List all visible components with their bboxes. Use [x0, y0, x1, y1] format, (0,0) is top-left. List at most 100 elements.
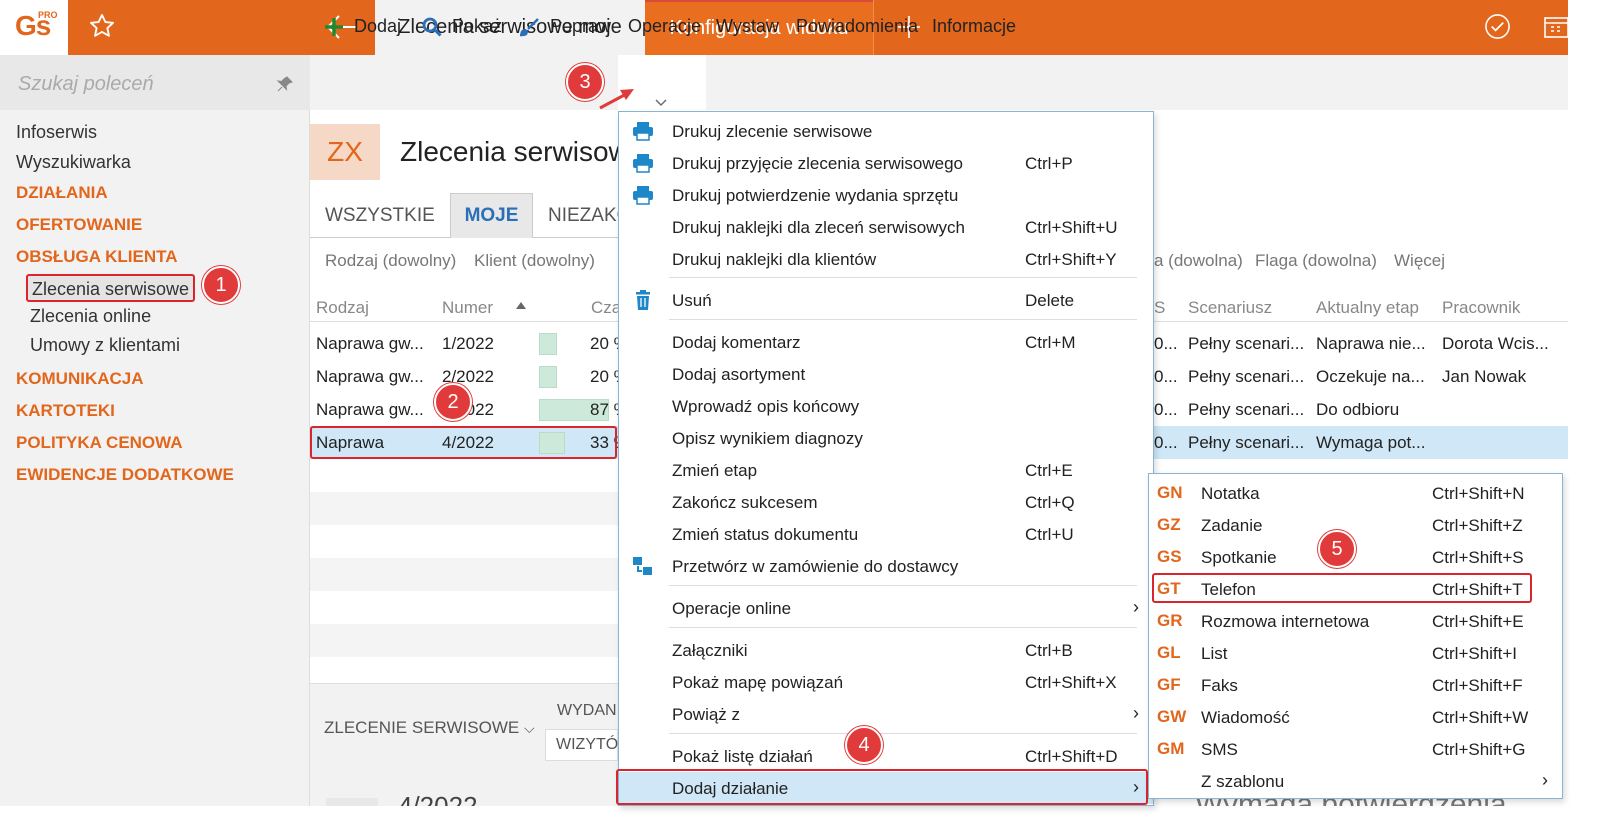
- pin-icon[interactable]: [276, 75, 294, 93]
- menu-item-print-labels-orders[interactable]: Drukuj naklejki dla zleceń serwisowych C…: [619, 211, 1153, 243]
- submenu-item-notatka[interactable]: GN Notatka Ctrl+Shift+N: [1149, 477, 1562, 509]
- notifications-button[interactable]: Powiadomienia: [796, 16, 918, 37]
- menu-item-finish-success[interactable]: Zakończ sukcesem Ctrl+Q: [619, 486, 1153, 518]
- submenu-item-sms[interactable]: GM SMS Ctrl+Shift+G: [1149, 733, 1562, 765]
- col-etap[interactable]: Aktualny etap: [1316, 298, 1419, 318]
- menu-item-online-operations[interactable]: Operacje online ›: [619, 592, 1153, 624]
- progress-bar: [539, 366, 557, 388]
- submenu-item-zadanie[interactable]: GZ Zadanie Ctrl+Shift+Z: [1149, 509, 1562, 541]
- filter-data[interactable]: a (dowolna): [1154, 251, 1243, 271]
- details-section-toggle[interactable]: ZLECENIE SERWISOWE ⌵: [324, 718, 535, 738]
- details-tab-wydania[interactable]: WYDAN: [557, 702, 617, 720]
- details-tab-wizyty[interactable]: WIZYTÓ: [545, 729, 618, 761]
- operations-button[interactable]: Operacje: [628, 16, 701, 37]
- col-s[interactable]: S: [1154, 298, 1165, 318]
- submenu-item-z-szablonu[interactable]: Z szablonu ›: [1149, 765, 1562, 797]
- menu-label: Przetwórz w zamówienie do dostawcy: [672, 557, 959, 576]
- submenu-item-faks[interactable]: GF Faks Ctrl+Shift+F: [1149, 669, 1562, 701]
- menu-item-print-labels-clients[interactable]: Drukuj naklejki dla klientów Ctrl+Shift+…: [619, 243, 1153, 275]
- issue-button[interactable]: Wystaw: [716, 16, 779, 37]
- col-rodzaj[interactable]: Rodzaj: [316, 298, 369, 318]
- menu-item-show-actions[interactable]: Pokaż listę działań Ctrl+Shift+D: [619, 740, 1153, 772]
- col-czas[interactable]: Cza: [591, 298, 621, 318]
- sms-icon: GM: [1157, 739, 1185, 758]
- filter-rodzaj[interactable]: Rodzaj (dowolny): [325, 251, 456, 271]
- sidebar-item-zlecenia-serwisowe[interactable]: Zlecenia serwisowe: [26, 274, 196, 302]
- app-logo[interactable]: Gs PRO: [0, 0, 68, 55]
- show-button[interactable]: Pokaż: [422, 16, 502, 37]
- submenu-shortcut: Ctrl+Shift+W: [1432, 708, 1529, 727]
- menu-separator: [669, 627, 1137, 628]
- sidebar-item-umowy[interactable]: Umowy z klientami: [30, 335, 180, 356]
- submenu-shortcut: Ctrl+Shift+N: [1432, 484, 1525, 503]
- submenu-item-wiadomosc[interactable]: GW Wiadomość Ctrl+Shift+W: [1149, 701, 1562, 733]
- tab-wszystkie[interactable]: WSZYSTKIE: [325, 205, 435, 227]
- wiadomosc-icon: GW: [1157, 707, 1187, 726]
- sidebar-section-kartoteki[interactable]: KARTOTEKI: [16, 401, 115, 421]
- sidebar-item-infoserwis[interactable]: Infoserwis: [16, 122, 97, 143]
- menu-item-print-order[interactable]: Drukuj zlecenie serwisowe: [619, 115, 1153, 147]
- menu-item-diagnosis[interactable]: Opisz wynikiem diagnozy: [619, 422, 1153, 454]
- col-numer[interactable]: Numer: [442, 298, 493, 318]
- page-title: Zlecenia serwisow: [400, 136, 629, 167]
- menu-separator: [669, 319, 1137, 320]
- sidebar-item-zlecenia-online[interactable]: Zlecenia online: [30, 306, 151, 327]
- filter-klient[interactable]: Klient (dowolny): [474, 251, 595, 271]
- menu-item-delete[interactable]: Usuń Delete: [619, 284, 1153, 316]
- add-action-submenu: GN Notatka Ctrl+Shift+N GZ Zadanie Ctrl+…: [1148, 473, 1563, 799]
- check-circle-icon[interactable]: [1484, 13, 1511, 40]
- menu-item-relation-map[interactable]: Pokaż mapę powiązań Ctrl+Shift+X: [619, 666, 1153, 698]
- submenu-item-list[interactable]: GL List Ctrl+Shift+I: [1149, 637, 1562, 669]
- submenu-label: SMS: [1201, 740, 1238, 759]
- info-button[interactable]: Informacje: [932, 16, 1016, 37]
- menu-item-attachments[interactable]: Załączniki Ctrl+B: [619, 634, 1153, 666]
- menu-item-final-description[interactable]: Wprowadź opis końcowy: [619, 390, 1153, 422]
- details-icon-stub: [326, 798, 378, 806]
- menu-label: Drukuj naklejki dla zleceń serwisowych: [672, 218, 965, 237]
- edit-button[interactable]: Popraw: [520, 16, 611, 37]
- menu-item-change-stage[interactable]: Zmień etap Ctrl+E: [619, 454, 1153, 486]
- menu-item-print-release[interactable]: Drukuj potwierdzenie wydania sprzętu: [619, 179, 1153, 211]
- menu-separator: [669, 733, 1137, 734]
- col-pracownik[interactable]: Pracownik: [1442, 298, 1520, 318]
- cell-s: 0...: [1154, 433, 1178, 452]
- menu-item-add-assortment[interactable]: Dodaj asortyment: [619, 358, 1153, 390]
- sidebar-section-ewidencje[interactable]: EWIDENCJE DODATKOWE: [16, 465, 234, 485]
- filter-wiecej[interactable]: Więcej: [1394, 251, 1445, 271]
- command-search[interactable]: Szukaj poleceń: [0, 55, 310, 110]
- sidebar-section-obsluga-klienta[interactable]: OBSŁUGA KLIENTA: [16, 247, 178, 267]
- filter-flaga[interactable]: Flaga (dowolna): [1255, 251, 1377, 271]
- logo-badge: PRO: [38, 10, 58, 20]
- cell-rodzaj: Naprawa gw...: [316, 334, 424, 353]
- menu-item-add-comment[interactable]: Dodaj komentarz Ctrl+M: [619, 326, 1153, 358]
- menu-item-change-status[interactable]: Zmień status dokumentu Ctrl+U: [619, 518, 1153, 550]
- printer-icon: [633, 186, 653, 205]
- submenu-label: Notatka: [1201, 484, 1260, 503]
- add-button[interactable]: Dodaj: [324, 16, 401, 37]
- col-scenariusz[interactable]: Scenariusz: [1188, 298, 1272, 318]
- progress-bar: [539, 333, 557, 355]
- menu-label: Zmień status dokumentu: [672, 525, 859, 544]
- menu-item-link-with[interactable]: Powiąż z ›: [619, 698, 1153, 730]
- add-action-highlight: [616, 769, 1148, 805]
- menu-shortcut: Ctrl+Shift+D: [1025, 747, 1118, 766]
- menu-item-convert-order[interactable]: Przetwórz w zamówienie do dostawcy: [619, 550, 1153, 582]
- sidebar-section-polityka-cenowa[interactable]: POLITYKA CENOWA: [16, 433, 183, 453]
- star-icon[interactable]: [88, 12, 116, 40]
- sidebar-section-komunikacja[interactable]: KOMUNIKACJA: [16, 369, 144, 389]
- calendar-icon[interactable]: [1543, 15, 1568, 39]
- sidebar-section-ofertowanie[interactable]: OFERTOWANIE: [16, 215, 142, 235]
- plus-icon: [325, 17, 343, 36]
- tab-moje[interactable]: MOJE: [450, 193, 533, 238]
- cell-etap: Do odbioru: [1316, 400, 1400, 419]
- menu-label: Pokaż listę działań: [672, 747, 813, 766]
- menu-label: Powiąż z: [672, 705, 741, 724]
- printer-icon: [633, 122, 653, 141]
- menu-item-print-intake[interactable]: Drukuj przyjęcie zlecenia serwisowego Ct…: [619, 147, 1153, 179]
- search-input[interactable]: Szukaj poleceń: [18, 73, 154, 96]
- sidebar-item-wyszukiwarka[interactable]: Wyszukiwarka: [16, 152, 131, 173]
- submenu-item-rozmowa[interactable]: GR Rozmowa internetowa Ctrl+Shift+E: [1149, 605, 1562, 637]
- faks-icon: GF: [1157, 675, 1181, 694]
- callout-badge: 5: [1318, 530, 1356, 568]
- sidebar-section-dzialania[interactable]: DZIAŁANIA: [16, 183, 108, 203]
